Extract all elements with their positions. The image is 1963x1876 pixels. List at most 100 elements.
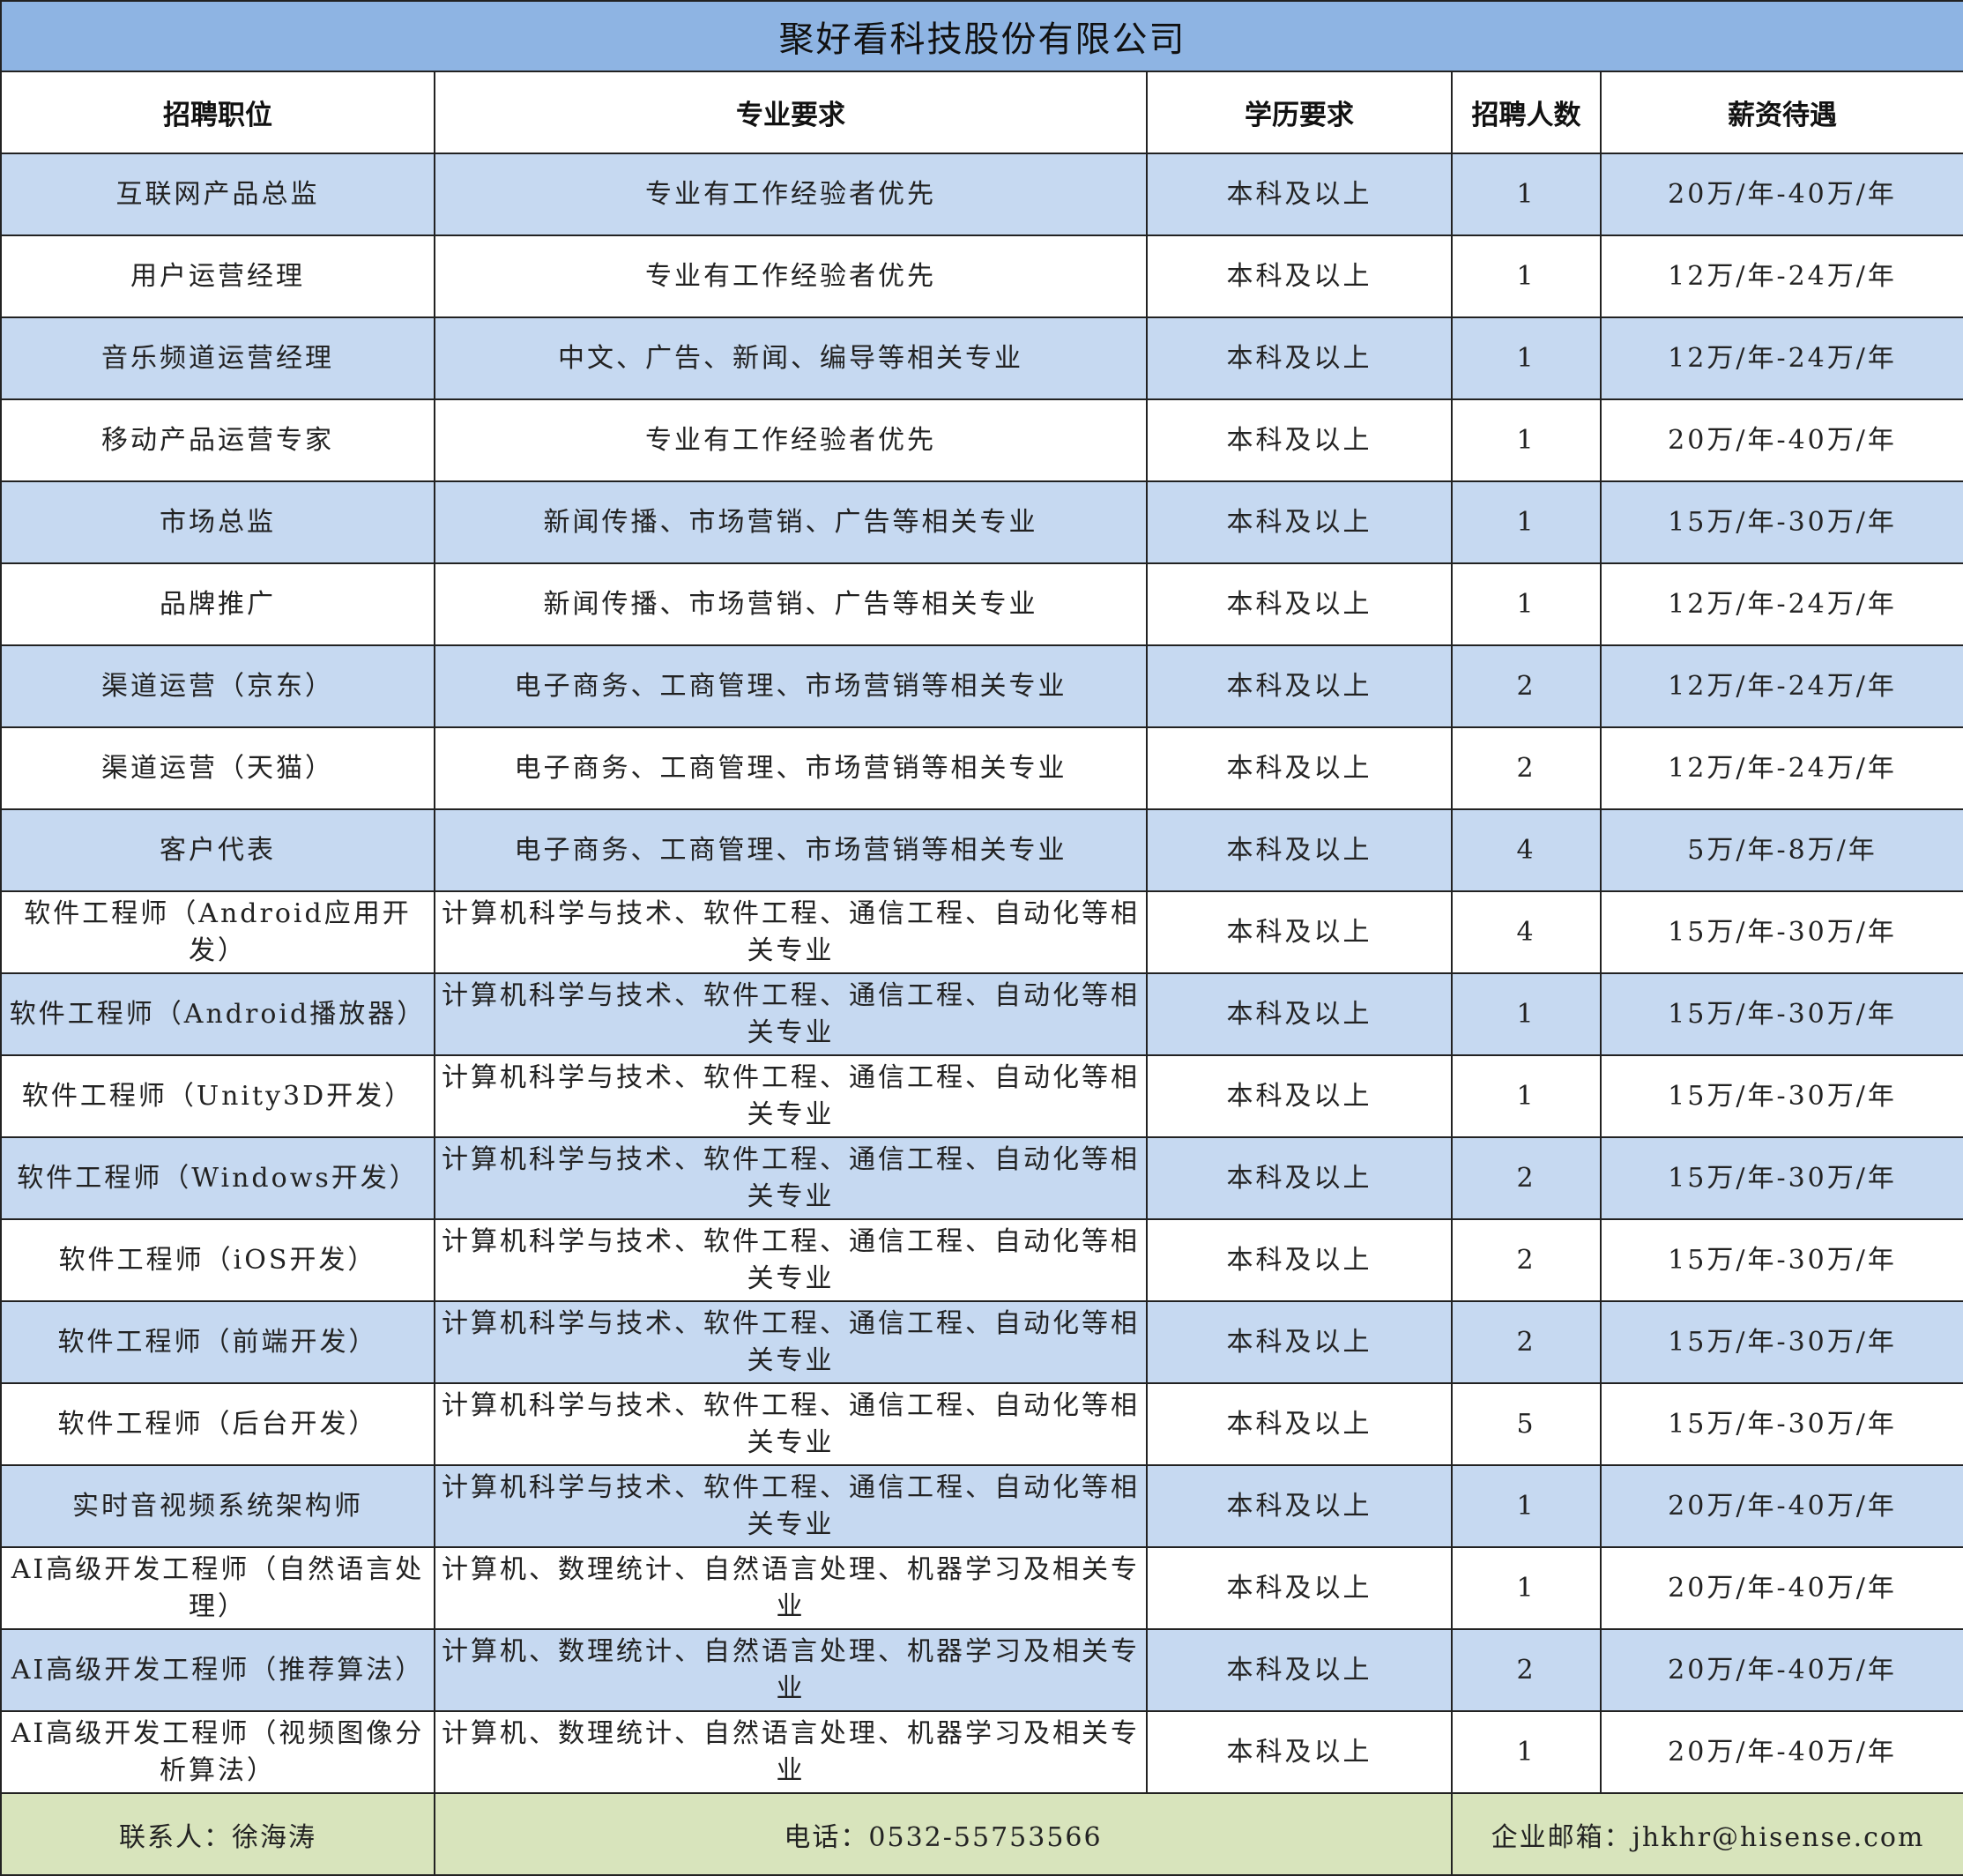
cell-education: 本科及以上: [1146, 808, 1453, 892]
cell-salary: 15万/年-30万/年: [1599, 1136, 1963, 1220]
table-row: AI高级开发工程师（推荐算法） 计算机、数理统计、自然语言处理、机器学习及相关专业…: [0, 1628, 1963, 1712]
cell-education: 本科及以上: [1146, 316, 1453, 400]
cell-count: 2: [1451, 1628, 1602, 1712]
cell-position: 移动产品运营专家: [0, 398, 435, 482]
cell-position: 用户运营经理: [0, 234, 435, 318]
cell-count: 1: [1451, 398, 1602, 482]
cell-count: 2: [1451, 1300, 1602, 1384]
title-row: 聚好看科技股份有限公司: [0, 0, 1963, 72]
cell-major: 电子商务、工商管理、市场营销等相关专业: [434, 808, 1148, 892]
table-row: 客户代表 电子商务、工商管理、市场营销等相关专业 本科及以上 4 5万/年-8万/年: [0, 808, 1963, 892]
cell-position: AI高级开发工程师（推荐算法）: [0, 1628, 435, 1712]
header-salary: 薪资待遇: [1599, 71, 1963, 154]
cell-count: 1: [1451, 480, 1602, 564]
cell-major: 计算机科学与技术、软件工程、通信工程、自动化等相关专业: [434, 1054, 1148, 1138]
table-row: 软件工程师（iOS开发） 计算机科学与技术、软件工程、通信工程、自动化等相关专业本…: [0, 1218, 1963, 1302]
cell-count: 1: [1451, 562, 1602, 646]
cell-position: 客户代表: [0, 808, 435, 892]
cell-position: 软件工程师（Unity3D开发）: [0, 1054, 435, 1138]
cell-salary: 5万/年-8万/年: [1599, 808, 1963, 892]
table-row: 品牌推广 新闻传播、市场营销、广告等相关专业 本科及以上 1 12万/年-24万/年: [0, 562, 1963, 646]
cell-count: 5: [1451, 1382, 1602, 1466]
cell-education: 本科及以上: [1146, 234, 1453, 318]
cell-major: 专业有工作经验者优先: [434, 153, 1148, 236]
cell-position: 实时音视频系统架构师: [0, 1464, 435, 1548]
cell-salary: 15万/年-30万/年: [1599, 1300, 1963, 1384]
header-count: 招聘人数: [1451, 71, 1602, 154]
header-position: 招聘职位: [0, 71, 435, 154]
cell-salary: 20万/年-40万/年: [1599, 1464, 1963, 1548]
cell-education: 本科及以上: [1146, 972, 1453, 1056]
cell-count: 1: [1451, 234, 1602, 318]
cell-education: 本科及以上: [1146, 1054, 1453, 1138]
cell-education: 本科及以上: [1146, 890, 1453, 974]
cell-count: 1: [1451, 1546, 1602, 1630]
table-row: 市场总监 新闻传播、市场营销、广告等相关专业 本科及以上 1 15万/年-30万/年: [0, 480, 1963, 564]
cell-position: 软件工程师（Windows开发）: [0, 1136, 435, 1220]
cell-count: 1: [1451, 1710, 1602, 1794]
cell-major: 计算机科学与技术、软件工程、通信工程、自动化等相关专业: [434, 1136, 1148, 1220]
cell-position: 音乐频道运营经理: [0, 316, 435, 400]
cell-salary: 15万/年-30万/年: [1599, 1054, 1963, 1138]
cell-count: 2: [1451, 1136, 1602, 1220]
cell-salary: 12万/年-24万/年: [1599, 562, 1963, 646]
cell-salary: 20万/年-40万/年: [1599, 1628, 1963, 1712]
cell-major: 计算机科学与技术、软件工程、通信工程、自动化等相关专业: [434, 972, 1148, 1056]
cell-position: 软件工程师（Android播放器）: [0, 972, 435, 1056]
cell-count: 2: [1451, 1218, 1602, 1302]
table-row: AI高级开发工程师（自然语言处理） 计算机、数理统计、自然语言处理、机器学习及相关…: [0, 1546, 1963, 1630]
cell-major: 计算机科学与技术、软件工程、通信工程、自动化等相关专业: [434, 1300, 1148, 1384]
cell-education: 本科及以上: [1146, 1628, 1453, 1712]
cell-salary: 12万/年-24万/年: [1599, 644, 1963, 728]
cell-salary: 12万/年-24万/年: [1599, 316, 1963, 400]
cell-education: 本科及以上: [1146, 1218, 1453, 1302]
cell-major: 计算机科学与技术、软件工程、通信工程、自动化等相关专业: [434, 890, 1148, 974]
cell-major: 专业有工作经验者优先: [434, 398, 1148, 482]
header-row: 招聘职位 专业要求 学历要求 招聘人数 薪资待遇: [0, 71, 1963, 154]
cell-education: 本科及以上: [1146, 1464, 1453, 1548]
cell-salary: 20万/年-40万/年: [1599, 1710, 1963, 1794]
cell-position: 软件工程师（iOS开发）: [0, 1218, 435, 1302]
cell-count: 1: [1451, 1464, 1602, 1548]
cell-position: AI高级开发工程师（视频图像分析算法）: [0, 1710, 435, 1794]
cell-major: 计算机科学与技术、软件工程、通信工程、自动化等相关专业: [434, 1464, 1148, 1548]
cell-education: 本科及以上: [1146, 562, 1453, 646]
cell-count: 4: [1451, 808, 1602, 892]
cell-major: 专业有工作经验者优先: [434, 234, 1148, 318]
cell-salary: 15万/年-30万/年: [1599, 1382, 1963, 1466]
table-row: 软件工程师（后台开发） 计算机科学与技术、软件工程、通信工程、自动化等相关专业 本科…: [0, 1382, 1963, 1466]
contact-phone: 电话：0532-55753566: [434, 1792, 1453, 1876]
table-row: 软件工程师（Windows开发） 计算机科学与技术、软件工程、通信工程、自动化等相…: [0, 1136, 1963, 1220]
cell-count: 4: [1451, 890, 1602, 974]
cell-education: 本科及以上: [1146, 1546, 1453, 1630]
cell-salary: 12万/年-24万/年: [1599, 726, 1963, 810]
cell-salary: 15万/年-30万/年: [1599, 972, 1963, 1056]
table-row: 软件工程师（前端开发） 计算机科学与技术、软件工程、通信工程、自动化等相关专业 本科…: [0, 1300, 1963, 1384]
contact-person: 联系人：徐海涛: [0, 1792, 435, 1876]
cell-salary: 15万/年-30万/年: [1599, 1218, 1963, 1302]
cell-salary: 20万/年-40万/年: [1599, 153, 1963, 236]
cell-count: 1: [1451, 1054, 1602, 1138]
table-row: 软件工程师（Android应用开发） 计算机科学与技术、软件工程、通信工程、自动化…: [0, 890, 1963, 974]
cell-education: 本科及以上: [1146, 644, 1453, 728]
cell-education: 本科及以上: [1146, 1382, 1453, 1466]
cell-salary: 15万/年-30万/年: [1599, 890, 1963, 974]
cell-position: 软件工程师（Android应用开发）: [0, 890, 435, 974]
table-row: 渠道运营（天猫） 电子商务、工商管理、市场营销等相关专业 本科及以上 2 12万/年-2…: [0, 726, 1963, 810]
cell-major: 计算机、数理统计、自然语言处理、机器学习及相关专业: [434, 1546, 1148, 1630]
table-row: 实时音视频系统架构师 计算机科学与技术、软件工程、通信工程、自动化等相关专业 本科及…: [0, 1464, 1963, 1548]
cell-count: 1: [1451, 316, 1602, 400]
cell-major: 计算机、数理统计、自然语言处理、机器学习及相关专业: [434, 1710, 1148, 1794]
cell-position: 软件工程师（前端开发）: [0, 1300, 435, 1384]
header-major: 专业要求: [434, 71, 1148, 154]
cell-education: 本科及以上: [1146, 398, 1453, 482]
cell-salary: 20万/年-40万/年: [1599, 1546, 1963, 1630]
cell-position: 软件工程师（后台开发）: [0, 1382, 435, 1466]
table-row: 软件工程师（Unity3D开发） 计算机科学与技术、软件工程、通信工程、自动化等相…: [0, 1054, 1963, 1138]
cell-position: 互联网产品总监: [0, 153, 435, 236]
cell-major: 计算机科学与技术、软件工程、通信工程、自动化等相关专业: [434, 1218, 1148, 1302]
recruitment-table: 聚好看科技股份有限公司 招聘职位 专业要求 学历要求 招聘人数 薪资待遇 互联网…: [0, 0, 1963, 1876]
cell-education: 本科及以上: [1146, 480, 1453, 564]
company-title: 聚好看科技股份有限公司: [0, 0, 1963, 72]
cell-count: 2: [1451, 726, 1602, 810]
